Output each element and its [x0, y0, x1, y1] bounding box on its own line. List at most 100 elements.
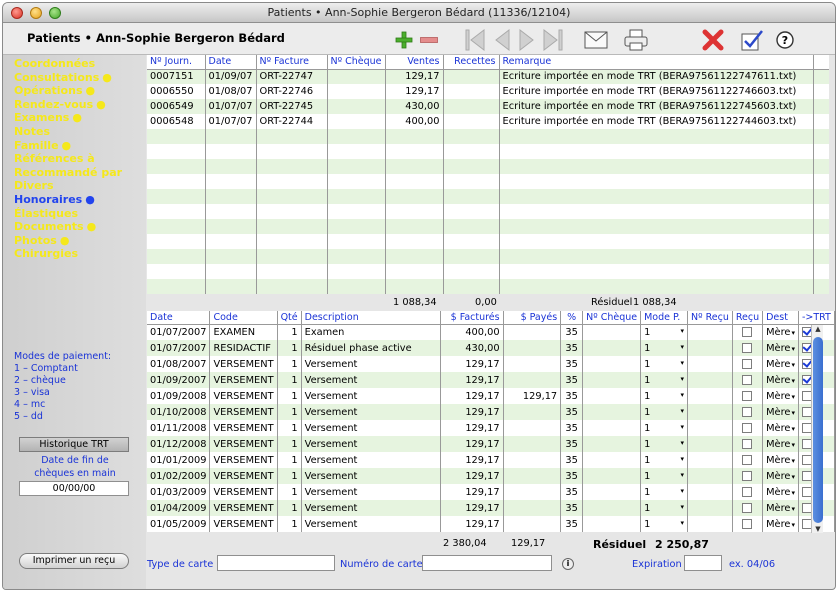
- sidebar-item-recommande-par[interactable]: Recommandé par: [14, 166, 125, 180]
- chevron-down-icon[interactable]: ▾: [680, 487, 684, 495]
- chevron-down-icon[interactable]: ▾: [680, 407, 684, 415]
- chevron-down-icon[interactable]: ▾: [791, 409, 795, 417]
- sidebar-item-rendez-vous[interactable]: Rendez-vous ●: [14, 98, 106, 112]
- chevron-down-icon[interactable]: ▾: [680, 503, 684, 511]
- fee-cell-dest[interactable]: Mère▾: [762, 324, 799, 340]
- edit-icon[interactable]: [739, 28, 765, 52]
- chevron-down-icon[interactable]: ▾: [680, 375, 684, 383]
- chevron-down-icon[interactable]: ▾: [791, 521, 795, 529]
- delete-icon[interactable]: [700, 28, 726, 52]
- col-fee-qty[interactable]: Qté: [277, 311, 302, 325]
- received-checkbox[interactable]: [742, 342, 753, 353]
- col-journal-date[interactable]: Date: [205, 55, 257, 70]
- fee-cell-dest[interactable]: Mère▾: [762, 404, 799, 420]
- last-record-icon[interactable]: [541, 28, 565, 52]
- sidebar-item-examens[interactable]: Examens ●: [14, 111, 82, 125]
- card-type-field[interactable]: [217, 555, 335, 571]
- journal-empty-row[interactable]: [147, 249, 829, 264]
- sidebar-item-chirurgies[interactable]: Chirurgies: [14, 247, 81, 261]
- previous-record-icon[interactable]: [491, 28, 513, 52]
- sidebar-item-photos[interactable]: Photos ●: [14, 234, 69, 248]
- fee-row[interactable]: 01/01/2009 VERSEMENT 1 Versement 129,17 35 1 ▾ M…: [147, 452, 835, 468]
- received-checkbox[interactable]: [742, 454, 753, 465]
- fee-cell-dest[interactable]: Mère▾: [762, 388, 799, 404]
- received-checkbox[interactable]: [742, 326, 753, 337]
- journal-row[interactable]: 0006549 01/07/07 ORT-22745 430,00 Ecriture i…: [147, 99, 829, 114]
- fee-cell-dest[interactable]: Mère▾: [762, 340, 799, 356]
- fee-cell-mode[interactable]: 1 ▾: [640, 516, 688, 532]
- journal-row[interactable]: 0006548 01/07/07 ORT-22744 400,00 Ecriture i…: [147, 114, 829, 129]
- fee-cell-dest[interactable]: Mère▾: [762, 516, 799, 532]
- chevron-down-icon[interactable]: ▾: [791, 425, 795, 433]
- chevron-down-icon[interactable]: ▾: [791, 361, 795, 369]
- chevron-down-icon[interactable]: ▾: [791, 393, 795, 401]
- fee-cell-mode[interactable]: 1 ▾: [640, 484, 688, 500]
- fee-cell-dest[interactable]: Mère▾: [762, 420, 799, 436]
- journal-empty-row[interactable]: [147, 144, 829, 159]
- zoom-window-button[interactable]: [49, 7, 61, 19]
- received-checkbox[interactable]: [742, 438, 753, 449]
- sidebar-item-famille[interactable]: Famille ●: [14, 139, 71, 153]
- fee-cell-dest[interactable]: Mère▾: [762, 436, 799, 452]
- chevron-down-icon[interactable]: ▾: [791, 377, 795, 385]
- received-checkbox[interactable]: [742, 502, 753, 513]
- print-receipt-button[interactable]: Imprimer un reçu: [19, 553, 129, 569]
- col-fee-percent[interactable]: %: [560, 311, 584, 325]
- sidebar-item-references[interactable]: Références à: [14, 152, 98, 166]
- received-checkbox[interactable]: [742, 422, 753, 433]
- fee-cell-dest[interactable]: Mère▾: [762, 356, 799, 372]
- col-fee-dest[interactable]: Dest: [762, 311, 799, 325]
- journal-empty-row[interactable]: [147, 174, 829, 189]
- print-icon[interactable]: [623, 28, 649, 52]
- scroll-down-icon[interactable]: ▼: [812, 525, 824, 533]
- received-checkbox[interactable]: [742, 374, 753, 385]
- chevron-down-icon[interactable]: ▾: [680, 423, 684, 431]
- col-remark[interactable]: Remarque: [499, 55, 814, 70]
- col-fee-date[interactable]: Date: [147, 311, 211, 325]
- received-checkbox[interactable]: [742, 518, 753, 529]
- sidebar-item-notes[interactable]: Notes: [14, 125, 53, 139]
- journal-row[interactable]: 0006550 01/08/07 ORT-22746 129,17 Ecriture i…: [147, 84, 829, 99]
- chevron-down-icon[interactable]: ▾: [680, 455, 684, 463]
- journal-empty-row[interactable]: [147, 279, 829, 294]
- journal-empty-row[interactable]: [147, 219, 829, 234]
- fee-row[interactable]: 01/09/2007 VERSEMENT 1 Versement 129,17 35 1 ▾ M…: [147, 372, 835, 388]
- col-sales[interactable]: Ventes: [385, 55, 444, 70]
- fee-cell-dest[interactable]: Mère▾: [762, 484, 799, 500]
- minimize-window-button[interactable]: [30, 7, 42, 19]
- sidebar-item-consultations[interactable]: Consultations ●: [14, 71, 112, 85]
- fee-row[interactable]: 01/02/2009 VERSEMENT 1 Versement 129,17 35 1 ▾ M…: [147, 468, 835, 484]
- fee-cell-dest[interactable]: Mère▾: [762, 372, 799, 388]
- fee-row[interactable]: 01/11/2008 VERSEMENT 1 Versement 129,17 35 1 ▾ M…: [147, 420, 835, 436]
- chevron-down-icon[interactable]: ▾: [680, 439, 684, 447]
- col-fee-billed[interactable]: $ Facturés: [440, 311, 504, 325]
- col-receipts[interactable]: Recettes: [443, 55, 500, 70]
- fee-cell-dest[interactable]: Mère▾: [762, 452, 799, 468]
- fee-cell-mode[interactable]: 1 ▾: [640, 500, 688, 516]
- fee-cell-dest[interactable]: Mère▾: [762, 500, 799, 516]
- fees-scrollbar[interactable]: ▲ ▼: [811, 325, 823, 533]
- journal-empty-row[interactable]: [147, 204, 829, 219]
- col-fee-payment-mode[interactable]: Mode P.: [640, 311, 688, 325]
- history-trt-button[interactable]: Historique TRT: [19, 437, 129, 452]
- fee-cell-mode[interactable]: 1 ▾: [640, 404, 688, 420]
- fee-row[interactable]: 01/07/2007 RESIDACTIF 1 Résiduel phase acti…: [147, 340, 835, 356]
- received-checkbox[interactable]: [742, 486, 753, 497]
- chevron-down-icon[interactable]: ▾: [680, 327, 684, 335]
- col-fee-paid[interactable]: $ Payés: [503, 311, 562, 325]
- col-invoice-no[interactable]: Nº Facture: [256, 55, 328, 70]
- fee-row[interactable]: 01/04/2009 VERSEMENT 1 Versement 129,17 35 1 ▾ M…: [147, 500, 835, 516]
- chevron-down-icon[interactable]: ▾: [791, 345, 795, 353]
- help-icon[interactable]: ?: [774, 28, 796, 52]
- fee-cell-mode[interactable]: 1 ▾: [640, 436, 688, 452]
- col-fee-description[interactable]: Description: [301, 311, 441, 325]
- fee-row[interactable]: 01/03/2009 VERSEMENT 1 Versement 129,17 35 1 ▾ M…: [147, 484, 835, 500]
- journal-empty-row[interactable]: [147, 189, 829, 204]
- received-checkbox[interactable]: [742, 406, 753, 417]
- fee-cell-mode[interactable]: 1 ▾: [640, 356, 688, 372]
- fee-cell-mode[interactable]: 1 ▾: [640, 452, 688, 468]
- sidebar-item-honoraires[interactable]: Honoraires ●: [14, 193, 95, 207]
- fee-row[interactable]: 01/12/2008 VERSEMENT 1 Versement 129,17 35 1 ▾ M…: [147, 436, 835, 452]
- sidebar-item-documents[interactable]: Documents ●: [14, 220, 96, 234]
- journal-empty-row[interactable]: [147, 159, 829, 174]
